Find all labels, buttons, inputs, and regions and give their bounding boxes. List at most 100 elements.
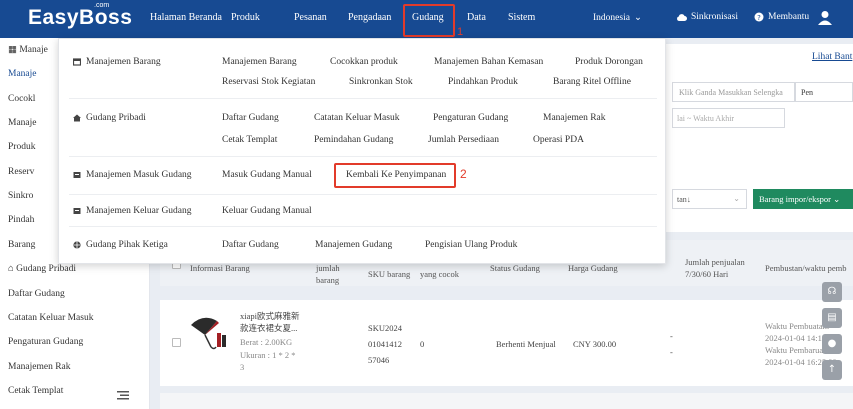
product-size: Ukuran : 1 * 2 * [240, 350, 296, 360]
pagination-bar [160, 393, 853, 409]
dd-link-pindahkan-produk[interactable]: Pindahkan Produk [448, 77, 518, 87]
dd-link-cocokkan-produk[interactable]: Cocokkan produk [330, 57, 398, 67]
th-jumlah-penjualan: Jumlah penjualan 7/30/60 Hari [685, 257, 745, 279]
table-row: xiapi欧式麻雅新 款连衣裙女夏... Berat : 2.00KG Ukur… [160, 300, 853, 386]
search-type-select[interactable]: Pen [795, 82, 853, 102]
sales-value: - [670, 331, 673, 341]
gudang-highlight-box [403, 4, 455, 37]
nav-pengadaan[interactable]: Pengadaan [348, 12, 391, 23]
dd-link-catatan-keluar-masuk[interactable]: Catatan Keluar Masuk [314, 113, 399, 123]
sidebar-item-pindahkan[interactable]: Pindah [8, 215, 34, 225]
warehouse-price: CNY 300.00 [573, 339, 617, 349]
globe-icon [73, 241, 81, 249]
region-label: Indonesia [593, 12, 630, 23]
dd-link-pengisian-ulang-produk[interactable]: Pengisian Ulang Produk [425, 240, 517, 250]
product-weight: Berat : 2.00KG [240, 337, 293, 347]
cloud-sync-icon [677, 13, 687, 21]
sidebar-item-manajemen-bahan[interactable]: Manaje [8, 118, 37, 128]
match-count: 0 [420, 339, 425, 349]
app-logo[interactable]: EasyBoss [28, 6, 132, 30]
product-thumbnail[interactable] [189, 311, 229, 351]
nav-sistem[interactable]: Sistem [508, 12, 535, 23]
th-sku-barang: SKU barang [368, 269, 411, 279]
step-annotation-2: 2 [460, 167, 467, 181]
sort-select[interactable]: tan↓ ⌄ [672, 189, 747, 209]
dd-link-manajemen-barang[interactable]: Manajemen Barang [222, 57, 297, 67]
dd-link-cetak-templat[interactable]: Cetak Templat [222, 135, 277, 145]
house-icon [73, 114, 81, 122]
help-label: Membantu [768, 12, 810, 22]
impor-ekspor-button[interactable]: Barang impor/ekspor ⌄ [753, 189, 853, 209]
dd-divider [69, 194, 657, 195]
dd-link-daftar-gudang[interactable]: Daftar Gudang [222, 113, 279, 123]
dd-link-manajemen-rak[interactable]: Manajemen Rak [543, 113, 606, 123]
sku-line2: 01041412 [368, 339, 402, 349]
sidebar-item-manajemen-rak[interactable]: Manajemen Rak [8, 362, 71, 372]
dd-link-sinkronkan-stok[interactable]: Sinkronkan Stok [349, 77, 413, 87]
dd-category-manajemen-keluar: Manajemen Keluar Gudang [73, 206, 192, 216]
chevron-down-icon: ⌄ [833, 194, 841, 204]
sidebar-item-pengaturan[interactable]: Pengaturan Gudang [8, 337, 83, 347]
nav-halaman-beranda[interactable]: Halaman Beranda [150, 12, 222, 23]
sidebar-item-barang-ritel[interactable]: Barang [8, 240, 35, 250]
help-button[interactable]: ? Membantu [754, 12, 809, 22]
dd-link-manajemen-bahan-kemasan[interactable]: Manajemen Bahan Kemasan [434, 57, 543, 67]
sidebar-item-reservasi[interactable]: Reserv [8, 167, 34, 177]
dd-category-manajemen-barang: Manajemen Barang [73, 57, 161, 67]
user-icon[interactable] [818, 10, 832, 26]
dd-link-barang-ritel-offline[interactable]: Barang Ritel Offline [553, 77, 631, 87]
dd-link-keluar-gudang-manual[interactable]: Keluar Gudang Manual [222, 206, 312, 216]
box-icon [73, 58, 81, 66]
back-to-top-icon[interactable]: ↑ [822, 360, 842, 380]
search-input[interactable]: Klik Ganda Masukkan Selengka [672, 82, 795, 102]
sales-value-2: - [670, 347, 673, 357]
collapse-menu-icon[interactable] [117, 390, 129, 400]
dd-link-produk-dorongan[interactable]: Produk Dorongan [575, 57, 643, 67]
box-icon [73, 172, 81, 178]
nav-data[interactable]: Data [467, 12, 486, 23]
dd-link-pengaturan-gudang[interactable]: Pengaturan Gudang [433, 113, 508, 123]
dd-link-reservasi-stok[interactable]: Reservasi Stok Kegiatan [222, 77, 315, 87]
sku-line3: 57046 [368, 355, 390, 365]
warehouse-status: Berhenti Menjual [496, 339, 556, 349]
dd-link-daftar-gudang-pihak[interactable]: Daftar Gudang [222, 240, 279, 250]
help-link[interactable]: Lihat Bant [812, 52, 852, 62]
nav-produk[interactable]: Produk [231, 12, 260, 23]
step-annotation-1: 1 [457, 26, 464, 38]
gudang-dropdown-menu: Manajemen Barang Manajemen Barang Cocokk… [58, 38, 666, 264]
sidebar-item-cetak-templat[interactable]: Cetak Templat [8, 386, 63, 396]
sidebar-item-produk-dorongan[interactable]: Produk [8, 142, 35, 152]
sidebar-item-sinkronkan[interactable]: Sinkro [8, 191, 33, 201]
dd-divider [69, 98, 657, 99]
th-yang-cocok: yang cocok [420, 269, 459, 279]
sidebar-item-cocokkan[interactable]: Cocokl [8, 94, 35, 104]
sidebar-item-manajemen-barang[interactable]: Manaje [8, 69, 37, 79]
dd-divider [69, 226, 657, 227]
date-range-input[interactable]: lai ~ Waktu Akhir [672, 108, 785, 128]
sidebar-section-manajemen[interactable]: ▦ Manaje [8, 44, 48, 55]
region-selector[interactable]: Indonesia ⌄ [593, 12, 642, 24]
sidebar-item-catatan[interactable]: Catatan Keluar Masuk [8, 313, 93, 323]
top-navbar: EasyBoss .com Halaman Beranda Produk Pes… [0, 0, 853, 38]
dd-link-manajemen-gudang[interactable]: Manajemen Gudang [315, 240, 392, 250]
wechat-icon[interactable]: ● [822, 334, 842, 354]
nav-pesanan[interactable]: Pesanan [294, 12, 327, 23]
dd-link-operasi-pda[interactable]: Operasi PDA [533, 135, 584, 145]
headset-icon[interactable]: ☊ [822, 282, 842, 302]
sync-label: Sinkronisasi [691, 12, 738, 22]
product-size-cont: 3 [240, 362, 245, 372]
svg-text:?: ? [757, 14, 761, 22]
th-jumlah-barang: jumlah barang [316, 263, 340, 285]
dd-link-jumlah-persediaan[interactable]: Jumlah Persediaan [428, 135, 499, 145]
row-checkbox[interactable] [172, 338, 181, 347]
sort-label: tan↓ [677, 195, 691, 204]
sidebar-item-daftar-gudang[interactable]: Daftar Gudang [8, 289, 65, 299]
sidebar-section-gudang-pribadi[interactable]: ⌂ Gudang Pribadi [8, 264, 76, 274]
sync-button[interactable]: Sinkronisasi [676, 12, 738, 22]
dd-link-masuk-gudang-manual[interactable]: Masuk Gudang Manual [222, 170, 312, 180]
house-icon: ⌂ [8, 264, 17, 274]
dd-category-manajemen-masuk: Manajemen Masuk Gudang [73, 170, 192, 180]
document-icon[interactable]: ▤ [822, 308, 842, 328]
logo-suffix: .com [94, 2, 110, 9]
dd-link-pemindahan-gudang[interactable]: Pemindahan Gudang [314, 135, 393, 145]
